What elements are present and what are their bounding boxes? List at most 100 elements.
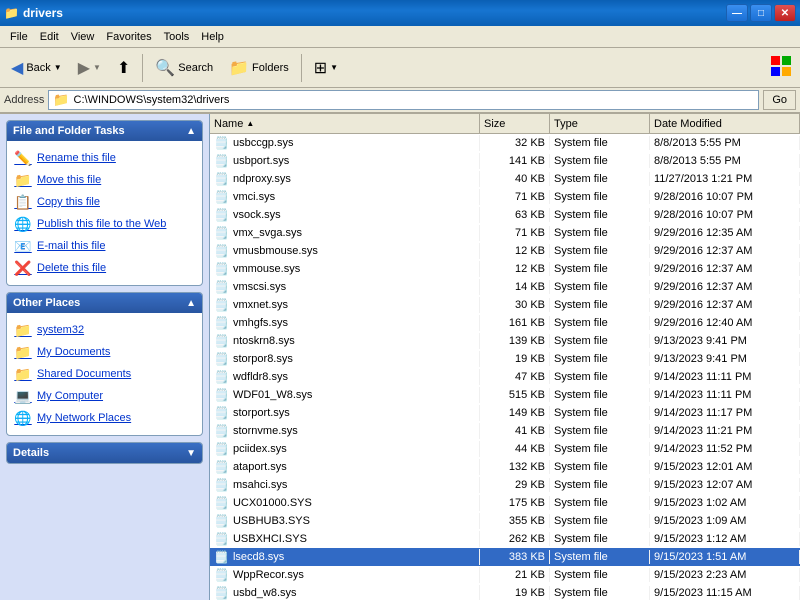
file-type-cell: System file xyxy=(550,316,650,330)
table-row[interactable]: 🗒️ USBHUB3.SYS 355 KB System file 9/15/2… xyxy=(210,512,800,530)
menu-item-tools[interactable]: Tools xyxy=(158,29,196,45)
file-type-icon: 🗒️ xyxy=(214,532,229,546)
details-label: Details xyxy=(13,447,49,459)
table-row[interactable]: 🗒️ usbccgp.sys 32 KB System file 8/8/201… xyxy=(210,134,800,152)
minimize-button[interactable]: — xyxy=(726,4,748,22)
file-size-cell: 19 KB xyxy=(480,586,550,600)
other-place-item-3[interactable]: 💻My Computer xyxy=(11,385,198,407)
other-place-item-1[interactable]: 📁My Documents xyxy=(11,341,198,363)
file-name-cell: 🗒️ WDF01_W8.sys xyxy=(210,387,480,403)
table-row[interactable]: 🗒️ usbd_w8.sys 19 KB System file 9/15/20… xyxy=(210,584,800,600)
file-name-cell: 🗒️ pciidex.sys xyxy=(210,441,480,457)
file-type-cell: System file xyxy=(550,496,650,510)
table-row[interactable]: 🗒️ wdfldr8.sys 47 KB System file 9/14/20… xyxy=(210,368,800,386)
file-date-cell: 9/13/2023 9:41 PM xyxy=(650,334,800,348)
file-task-item-4[interactable]: 📧E-mail this file xyxy=(11,235,198,257)
table-row[interactable]: 🗒️ USBXHCI.SYS 262 KB System file 9/15/2… xyxy=(210,530,800,548)
forward-dropdown-icon[interactable]: ▼ xyxy=(93,63,101,72)
file-type-cell: System file xyxy=(550,424,650,438)
col-size[interactable]: Size xyxy=(480,114,550,133)
table-row[interactable]: 🗒️ storpor8.sys 19 KB System file 9/13/2… xyxy=(210,350,800,368)
file-type-cell: System file xyxy=(550,532,650,546)
address-field[interactable]: 📁 C:\WINDOWS\system32\drivers xyxy=(48,90,759,110)
table-row[interactable]: 🗒️ vmhgfs.sys 161 KB System file 9/29/20… xyxy=(210,314,800,332)
menu-item-view[interactable]: View xyxy=(65,29,101,45)
file-date-cell: 9/29/2016 12:37 AM xyxy=(650,262,800,276)
file-date-cell: 8/8/2013 5:55 PM xyxy=(650,136,800,150)
file-task-item-2[interactable]: 📋Copy this file xyxy=(11,191,198,213)
folders-icon: 📁 xyxy=(229,58,249,78)
table-row[interactable]: 🗒️ vmscsi.sys 14 KB System file 9/29/201… xyxy=(210,278,800,296)
task-icon-0: ✏️ xyxy=(15,150,31,166)
table-row[interactable]: 🗒️ pciidex.sys 44 KB System file 9/14/20… xyxy=(210,440,800,458)
table-row[interactable]: 🗒️ WppRecor.sys 21 KB System file 9/15/2… xyxy=(210,566,800,584)
file-type-icon: 🗒️ xyxy=(214,514,229,528)
table-row[interactable]: 🗒️ vmusbmouse.sys 12 KB System file 9/29… xyxy=(210,242,800,260)
go-button[interactable]: Go xyxy=(763,90,796,110)
titlebar: 📁 drivers — □ ✕ xyxy=(0,0,800,26)
up-button[interactable]: ⬆ xyxy=(110,52,137,84)
table-row[interactable]: 🗒️ msahci.sys 29 KB System file 9/15/202… xyxy=(210,476,800,494)
views-dropdown-icon[interactable]: ▼ xyxy=(330,63,338,72)
search-button[interactable]: 🔍 Search xyxy=(148,52,220,84)
back-label: Back xyxy=(26,62,50,74)
file-name-cell: 🗒️ WppRecor.sys xyxy=(210,567,480,583)
file-tasks-header[interactable]: File and Folder Tasks ▲ xyxy=(7,121,202,141)
table-row[interactable]: 🗒️ storport.sys 149 KB System file 9/14/… xyxy=(210,404,800,422)
col-date[interactable]: Date Modified xyxy=(650,114,800,133)
file-list: Name ▲ Size Type Date Modified 🗒️ usbccg… xyxy=(210,114,800,600)
filelist-body[interactable]: 🗒️ usbccgp.sys 32 KB System file 8/8/201… xyxy=(210,134,800,600)
menu-item-favorites[interactable]: Favorites xyxy=(100,29,157,45)
table-row[interactable]: 🗒️ WDF01_W8.sys 515 KB System file 9/14/… xyxy=(210,386,800,404)
table-row[interactable]: 🗒️ vmxnet.sys 30 KB System file 9/29/201… xyxy=(210,296,800,314)
table-row[interactable]: 🗒️ lsecd8.sys 383 KB System file 9/15/20… xyxy=(210,548,800,566)
table-row[interactable]: 🗒️ ntoskrn8.sys 139 KB System file 9/13/… xyxy=(210,332,800,350)
file-name-cell: 🗒️ vmmouse.sys xyxy=(210,261,480,277)
col-name[interactable]: Name ▲ xyxy=(210,114,480,133)
main-area: File and Folder Tasks ▲ ✏️Rename this fi… xyxy=(0,114,800,600)
back-dropdown-icon[interactable]: ▼ xyxy=(54,63,62,72)
file-task-item-1[interactable]: 📁Move this file xyxy=(11,169,198,191)
file-size-cell: 21 KB xyxy=(480,568,550,582)
col-type[interactable]: Type xyxy=(550,114,650,133)
table-row[interactable]: 🗒️ usbport.sys 141 KB System file 8/8/20… xyxy=(210,152,800,170)
other-place-item-0[interactable]: 📁system32 xyxy=(11,319,198,341)
table-row[interactable]: 🗒️ vmx_svga.sys 71 KB System file 9/29/2… xyxy=(210,224,800,242)
file-size-cell: 515 KB xyxy=(480,388,550,402)
table-row[interactable]: 🗒️ UCX01000.SYS 175 KB System file 9/15/… xyxy=(210,494,800,512)
file-size-cell: 44 KB xyxy=(480,442,550,456)
table-row[interactable]: 🗒️ vsock.sys 63 KB System file 9/28/2016… xyxy=(210,206,800,224)
file-size-cell: 141 KB xyxy=(480,154,550,168)
file-type-icon: 🗒️ xyxy=(214,190,229,204)
maximize-button[interactable]: □ xyxy=(750,4,772,22)
table-row[interactable]: 🗒️ vmmouse.sys 12 KB System file 9/29/20… xyxy=(210,260,800,278)
table-row[interactable]: 🗒️ vmci.sys 71 KB System file 9/28/2016 … xyxy=(210,188,800,206)
back-button[interactable]: ◀ Back ▼ xyxy=(4,52,69,84)
file-task-item-3[interactable]: 🌐Publish this file to the Web xyxy=(11,213,198,235)
file-name-cell: 🗒️ storport.sys xyxy=(210,405,480,421)
address-folder-icon: 📁 xyxy=(53,92,69,108)
table-row[interactable]: 🗒️ ndproxy.sys 40 KB System file 11/27/2… xyxy=(210,170,800,188)
file-size-cell: 139 KB xyxy=(480,334,550,348)
menu-item-file[interactable]: File xyxy=(4,29,34,45)
file-date-cell: 9/15/2023 12:01 AM xyxy=(650,460,800,474)
menu-item-help[interactable]: Help xyxy=(195,29,230,45)
file-task-item-0[interactable]: ✏️Rename this file xyxy=(11,147,198,169)
folders-button[interactable]: 📁 Folders xyxy=(222,52,296,84)
other-places-header[interactable]: Other Places ▲ xyxy=(7,293,202,313)
place-icon-0: 📁 xyxy=(15,322,31,338)
other-place-item-4[interactable]: 🌐My Network Places xyxy=(11,407,198,429)
details-header[interactable]: Details ▼ xyxy=(7,443,202,463)
table-row[interactable]: 🗒️ ataport.sys 132 KB System file 9/15/2… xyxy=(210,458,800,476)
menu-item-edit[interactable]: Edit xyxy=(34,29,65,45)
table-row[interactable]: 🗒️ stornvme.sys 41 KB System file 9/14/2… xyxy=(210,422,800,440)
file-type-cell: System file xyxy=(550,262,650,276)
close-button[interactable]: ✕ xyxy=(774,4,796,22)
file-date-cell: 9/14/2023 11:11 PM xyxy=(650,370,800,384)
file-task-item-5[interactable]: ❌Delete this file xyxy=(11,257,198,279)
views-button[interactable]: ⊞ ▼ xyxy=(307,52,345,84)
forward-button[interactable]: ▶ ▼ xyxy=(71,52,108,84)
other-place-item-2[interactable]: 📁Shared Documents xyxy=(11,363,198,385)
file-tasks-chevron: ▲ xyxy=(186,126,196,137)
file-type-cell: System file xyxy=(550,280,650,294)
